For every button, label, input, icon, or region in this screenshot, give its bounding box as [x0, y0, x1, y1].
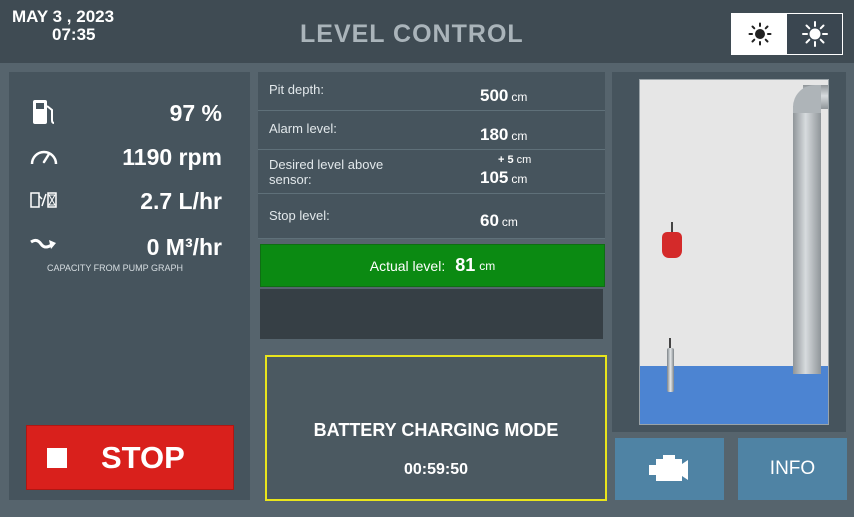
desired-level-value: 105 cm [480, 168, 528, 187]
pit-depth-value: 500 cm [480, 86, 528, 105]
pit-depth-label: Pit depth: [269, 82, 324, 97]
level-sensor [667, 348, 674, 392]
brightness-toggle[interactable] [731, 13, 843, 55]
consumption-row: 2.7 L/hr [9, 180, 250, 220]
flow-row: 0 M³/hr [9, 226, 250, 266]
engine-button[interactable] [615, 438, 724, 500]
desired-level-offset: + 5 cm [498, 154, 532, 166]
actual-level-display: Actual level: 81 cm [260, 244, 605, 287]
battery-mode-box: BATTERY CHARGING MODE 00:59:50 [265, 355, 607, 501]
actual-level-unit: cm [479, 258, 496, 273]
date-time: MAY 3 , 2023 07:35 [12, 8, 114, 44]
speed-value: 1190 rpm [122, 144, 222, 170]
desired-level-label: Desired level above sensor: [269, 157, 384, 187]
tank-panel [612, 72, 846, 432]
engine-status-panel: 97 % 1190 rpm 2.7 L/hr 0 M³/hr CAPACITY … [9, 72, 250, 500]
stop-button[interactable]: STOP [26, 425, 234, 490]
flow-value: 0 M³/hr [146, 234, 222, 260]
flow-arrow-icon [30, 238, 56, 249]
stop-square-icon [47, 447, 67, 468]
speed-row: 1190 rpm [9, 136, 250, 176]
brightness-low-button[interactable] [732, 14, 787, 54]
brightness-high-button[interactable] [787, 14, 842, 54]
pit-depth-row[interactable]: Pit depth: 500 cm [258, 72, 605, 111]
consumption-value: 2.7 L/hr [140, 188, 222, 214]
sun-low-icon [748, 22, 771, 46]
message-area [260, 289, 603, 339]
fuel-value: 97 % [169, 100, 222, 126]
battery-timer: 00:59:50 [403, 461, 469, 478]
level-params-panel: Pit depth: 500 cm Alarm level: 180 cm Desi… [258, 72, 605, 342]
stop-level-label: Stop level: [269, 208, 330, 223]
header-bar: MAY 3 , 2023 07:35 LEVEL CONTROL [0, 0, 854, 63]
capacity-note: CAPACITY FROM PUMP GRAPH [47, 263, 184, 273]
discharge-pipe-bend [793, 85, 821, 113]
fuel-row: 97 % [9, 92, 250, 132]
info-button[interactable]: INFO [738, 438, 847, 500]
alarm-level-label: Alarm level: [269, 121, 337, 136]
tank-diagram [639, 79, 829, 425]
time-text: 07:35 [52, 25, 96, 44]
sun-high-icon [801, 21, 828, 47]
stop-label: STOP [101, 439, 185, 475]
date-text: MAY 3 , 2023 [12, 7, 115, 26]
battery-mode-text: BATTERY CHARGING MODE [313, 420, 559, 440]
page-title: LEVEL CONTROL [300, 20, 524, 48]
discharge-pipe [793, 106, 821, 374]
desired-level-row[interactable]: Desired level above sensor: + 5 cm 105 cm [258, 150, 605, 194]
fuel-rate-icon [30, 192, 57, 208]
stop-level-row[interactable]: Stop level: 60 cm [258, 194, 605, 239]
alarm-level-value: 180 cm [480, 125, 528, 144]
alarm-level-row[interactable]: Alarm level: 180 cm [258, 111, 605, 150]
actual-level-value: 81 [455, 255, 476, 275]
actual-level-label: Actual level: [369, 257, 446, 274]
stop-level-value: 60 cm [480, 211, 518, 230]
speedometer-icon [30, 150, 58, 165]
level-control-screen: MAY 3 , 2023 07:35 LEVEL CONTROL 97 % 11… [0, 0, 854, 517]
fuel-pump-icon [33, 100, 55, 124]
alarm-float-switch [662, 232, 682, 258]
engine-icon [648, 455, 688, 481]
